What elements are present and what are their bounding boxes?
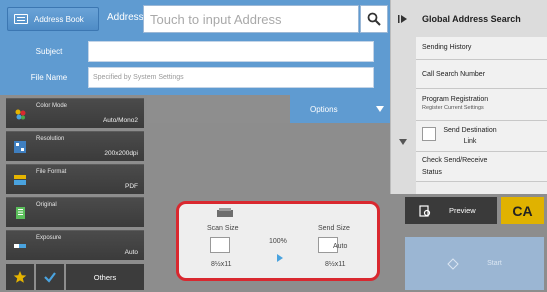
- check-button[interactable]: [36, 264, 64, 290]
- setting-label: Exposure: [36, 235, 62, 241]
- send-destination-link-label: Send Destination Link: [443, 127, 497, 145]
- setting-label: Resolution: [36, 136, 65, 142]
- collapse-icon: [398, 15, 407, 23]
- others-button[interactable]: Others: [66, 264, 144, 290]
- start-label: Start: [487, 260, 502, 267]
- setting-file-format[interactable]: File Format PDF: [6, 164, 144, 194]
- checkmark-icon: [44, 272, 56, 283]
- address-book-icon: [14, 14, 28, 24]
- address-input[interactable]: Touch to input Address: [143, 5, 359, 33]
- options-button[interactable]: Options: [290, 95, 390, 123]
- send-destination-link-item[interactable]: Send Destination Link: [416, 121, 547, 152]
- arrow-right-icon: [277, 254, 283, 262]
- favorite-button[interactable]: [6, 264, 34, 290]
- send-size-label: Send Size: [318, 225, 350, 232]
- address-book-label: Address Book: [34, 14, 84, 24]
- setting-color-mode[interactable]: Color Mode Auto/Mono2: [6, 98, 144, 128]
- setting-value: Auto: [124, 249, 138, 256]
- setting-label: File Format: [36, 169, 67, 175]
- setting-exposure[interactable]: Exposure Auto: [6, 230, 144, 260]
- exposure-icon: [14, 244, 26, 248]
- panel-toggle-strip: [390, 0, 416, 194]
- scan-size-label: Scan Size: [207, 225, 239, 232]
- register-current-settings-label: Register Current Settings: [422, 105, 484, 111]
- scroll-down-button[interactable]: [396, 135, 410, 149]
- scanner-icon: [217, 208, 233, 217]
- color-mode-icon: [15, 109, 26, 120]
- search-button[interactable]: [360, 5, 388, 33]
- call-search-number-item[interactable]: Call Search Number: [416, 60, 547, 89]
- star-icon: [13, 271, 27, 283]
- setting-value: PDF: [125, 183, 138, 190]
- scan-paper-icon: [210, 237, 230, 253]
- setting-resolution[interactable]: Resolution 200x200dpi: [6, 131, 144, 161]
- subject-label: Subject: [35, 47, 63, 56]
- start-button[interactable]: Start: [405, 237, 544, 290]
- setting-label: Color Mode: [36, 103, 68, 109]
- sending-history-item[interactable]: Sending History: [416, 37, 547, 60]
- options-label: Options: [310, 104, 338, 114]
- file-format-icon: [14, 175, 26, 185]
- setting-original[interactable]: Original: [6, 197, 144, 227]
- file-name-input[interactable]: Specified by System Settings: [88, 67, 374, 88]
- setting-value: 200x200dpi: [104, 150, 138, 157]
- clear-all-button[interactable]: CA: [501, 197, 544, 224]
- preview-label: Preview: [449, 206, 476, 215]
- address-label: Address: [107, 12, 144, 23]
- send-size-value: 8½x11: [325, 261, 346, 268]
- preview-button[interactable]: Preview: [405, 197, 497, 224]
- global-address-search[interactable]: Global Address Search: [416, 0, 547, 37]
- subject-input[interactable]: [88, 41, 374, 62]
- resolution-icon: [14, 141, 26, 153]
- setting-value: Auto/Mono2: [102, 117, 138, 124]
- original-icon: [16, 207, 25, 219]
- file-name-label: File Name: [30, 73, 68, 82]
- ratio-value: 100%: [269, 238, 287, 245]
- collapse-panel-button[interactable]: [396, 12, 410, 26]
- program-registration-label: Program Registration: [422, 96, 489, 103]
- address-book-button[interactable]: Address Book: [7, 7, 99, 31]
- start-icon: [447, 257, 459, 270]
- program-registration-item[interactable]: Program Registration Register Current Se…: [416, 89, 547, 121]
- send-destination-link-checkbox[interactable]: [422, 127, 436, 141]
- scan-size-value: 8½x11: [211, 261, 232, 268]
- check-send-receive-status-item[interactable]: Check Send/Receive Status: [416, 152, 547, 182]
- search-icon: [367, 12, 381, 26]
- chevron-down-icon: [399, 139, 407, 145]
- chevron-down-icon: [376, 106, 384, 112]
- send-auto-label: Auto: [333, 243, 348, 250]
- preview-icon: [419, 204, 431, 217]
- setting-label: Original: [36, 202, 57, 208]
